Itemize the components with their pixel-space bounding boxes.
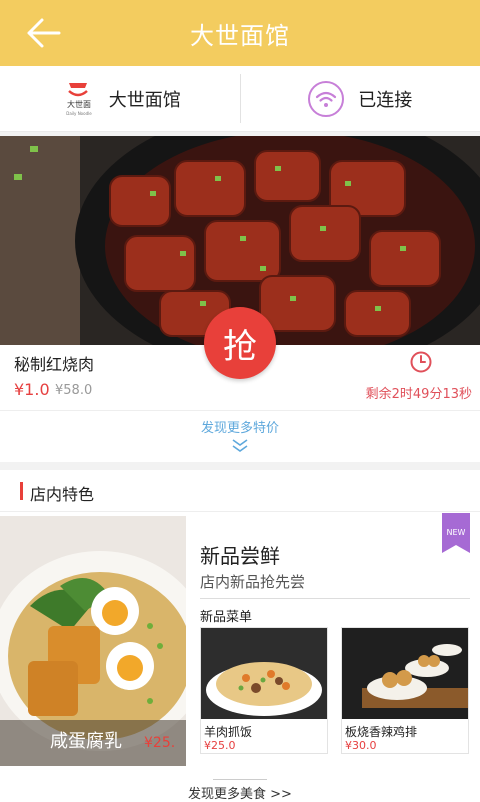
feature-dish-name: 咸蛋腐乳 xyxy=(50,727,122,753)
wifi-icon xyxy=(308,81,344,117)
more-deals-link[interactable]: 发现更多特价 xyxy=(0,410,480,462)
deal-price: ¥1.0 xyxy=(14,380,50,399)
store-name: 大世面馆 xyxy=(109,86,181,112)
dish-card[interactable]: 羊肉抓饭 ¥25.0 xyxy=(200,627,328,754)
chevron-double-down-icon xyxy=(231,438,249,454)
more-deals-label: 发现更多特价 xyxy=(0,417,480,436)
store-logo: 大世面 Daily Noodle xyxy=(59,79,99,119)
arrow-left-icon xyxy=(26,17,62,49)
dish-price: ¥30.0 xyxy=(345,739,377,752)
store-cell[interactable]: 大世面 Daily Noodle 大世面馆 xyxy=(0,66,240,131)
promo-title: 新品尝鲜 xyxy=(200,540,280,569)
promo-subtitle: 店内新品抢先尝 xyxy=(200,571,470,599)
dish-name: 羊肉抓饭 xyxy=(204,723,252,740)
deal-info: 秘制红烧肉 ¥1.0 ¥58.0 抢 剩余2时49分13秒 xyxy=(0,345,480,410)
countdown-timer: 剩余2时49分13秒 xyxy=(366,383,472,402)
top-bar: 大世面馆 xyxy=(0,0,480,66)
dish-name: 板烧香辣鸡排 xyxy=(345,723,417,740)
dish-image xyxy=(342,628,468,719)
svg-text:NEW: NEW xyxy=(447,528,466,537)
deal-original-price: ¥58.0 xyxy=(55,383,92,398)
page-title: 大世面馆 xyxy=(190,16,290,51)
divider xyxy=(213,779,267,780)
new-badge: NEW xyxy=(442,513,470,553)
new-dishes-label: 新品菜单 xyxy=(200,606,252,625)
more-food-label: 发现更多美食 >> xyxy=(188,783,292,802)
section-title: 店内特色 xyxy=(30,481,94,505)
clock-icon xyxy=(410,351,432,373)
more-food-link[interactable]: 发现更多美食 >> xyxy=(0,776,480,800)
dish-price: ¥25.0 xyxy=(204,739,236,752)
specialties-header: 店内特色 xyxy=(0,470,480,512)
feature-dish-card[interactable]: 咸蛋腐乳 ¥25. xyxy=(0,516,186,766)
svg-text:大世面: 大世面 xyxy=(67,99,91,109)
feature-dish-price: ¥25. xyxy=(144,735,175,751)
deal-name: 秘制红烧肉 xyxy=(14,351,94,375)
store-info-row: 大世面 Daily Noodle 大世面馆 已连接 xyxy=(0,66,480,132)
dish-card[interactable]: 板烧香辣鸡排 ¥30.0 xyxy=(341,627,469,754)
wifi-status: 已连接 xyxy=(358,86,412,112)
back-button[interactable] xyxy=(26,17,62,49)
grab-button[interactable]: 抢 xyxy=(204,307,276,379)
spacer xyxy=(0,462,480,470)
svg-text:Daily Noodle: Daily Noodle xyxy=(66,111,92,116)
section-marker xyxy=(20,482,23,500)
wifi-cell[interactable]: 已连接 xyxy=(241,66,480,131)
dish-image xyxy=(201,628,327,719)
